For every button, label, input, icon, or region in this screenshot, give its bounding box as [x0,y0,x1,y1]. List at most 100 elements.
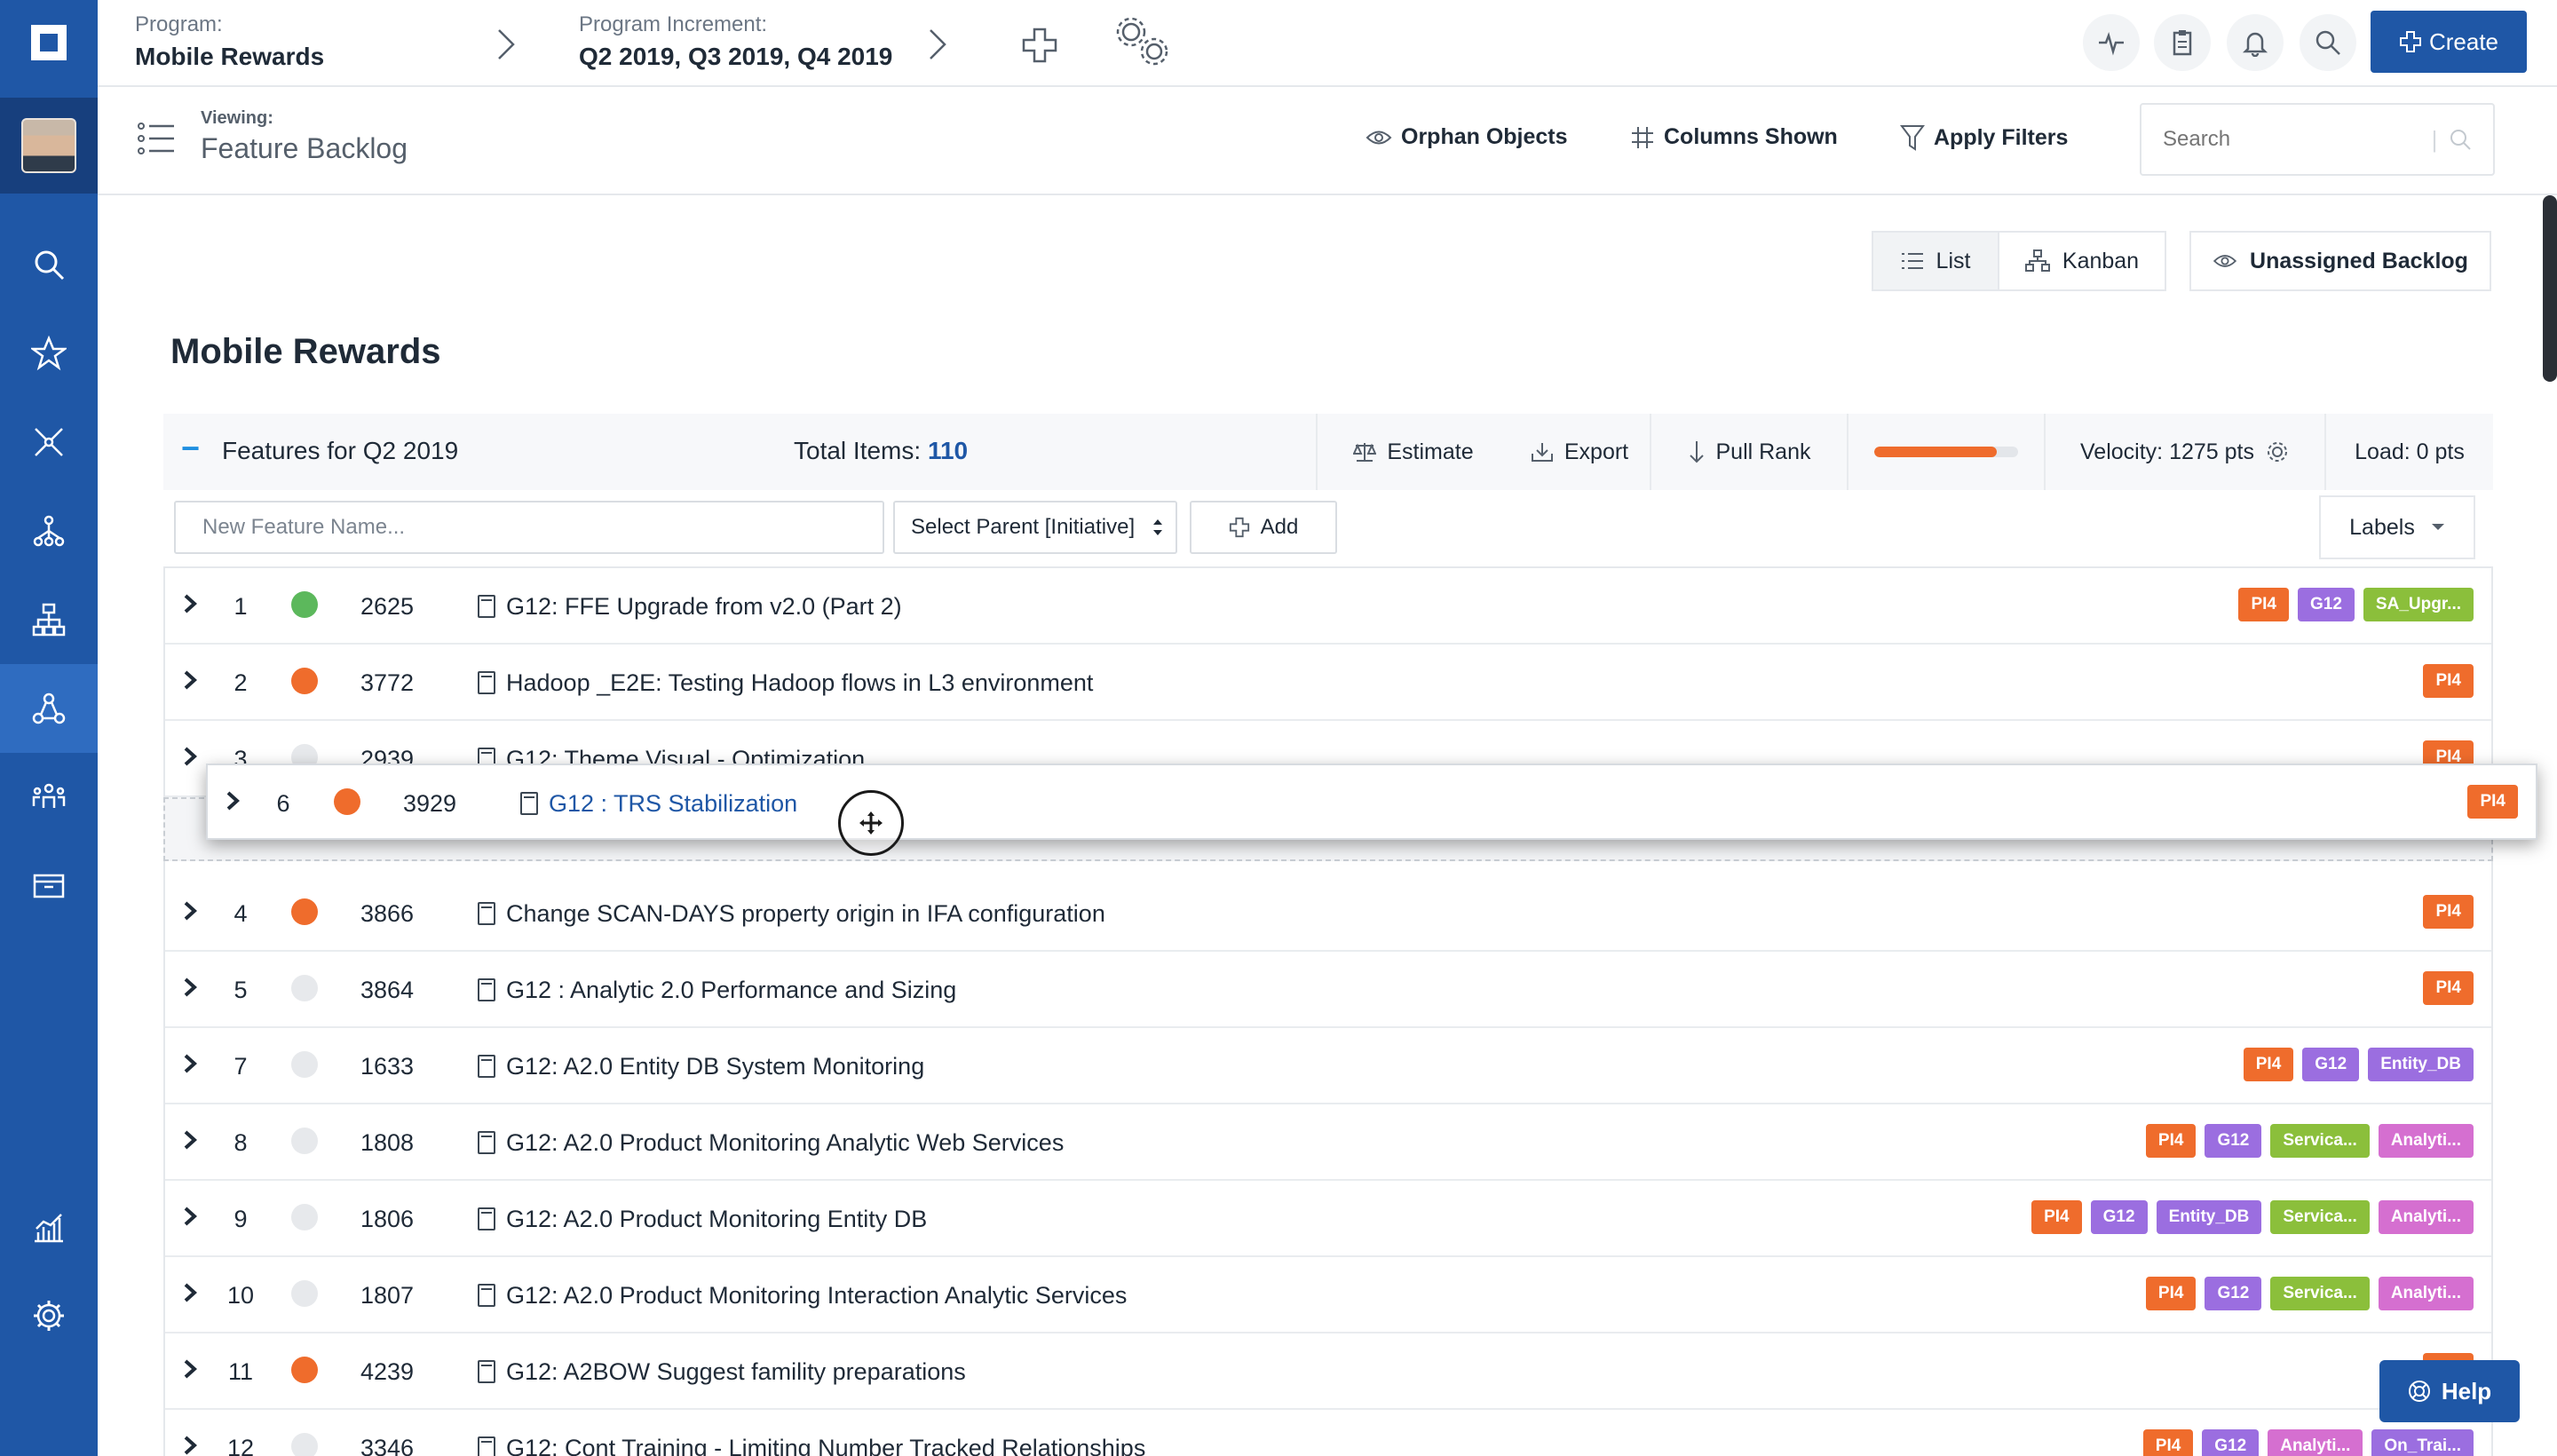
tag-badge[interactable]: Entity_DB [2156,1200,2262,1234]
collapse-toggle[interactable]: − [181,430,200,467]
table-row[interactable]: 10 1807 G12: A2.0 Product Monitoring Inter… [165,1257,2491,1333]
gear-icon[interactable] [2265,439,2290,464]
tag-badge[interactable]: Analyti... [2378,1124,2474,1158]
tag-badge[interactable]: PI4 [2423,895,2474,929]
status-dot[interactable] [291,898,318,925]
expand-chevron-icon[interactable] [220,788,245,813]
status-dot[interactable] [291,668,318,694]
list-view-button[interactable]: List [1872,231,1999,291]
search-input[interactable] [2163,127,2420,152]
feature-title[interactable]: G12 : Analytic 2.0 Performance and Sizin… [506,952,956,1028]
gears-icon[interactable] [1112,12,1174,71]
expand-chevron-icon[interactable] [178,591,202,616]
tag-badge[interactable]: On_Trai... [2371,1429,2474,1456]
expand-chevron-icon[interactable] [178,975,202,1000]
table-row[interactable]: 9 1806 G12: A2.0 Product Monitoring Entity… [165,1181,2491,1257]
feature-title[interactable]: G12: A2.0 Product Monitoring Analytic We… [506,1104,1064,1181]
rail-settings[interactable] [0,1271,98,1360]
table-row[interactable]: 4 3866 Change SCAN-DAYS property origin in… [165,875,2491,952]
tag-badge[interactable]: G12 [2298,588,2355,621]
status-dot[interactable] [291,1051,318,1078]
create-button[interactable]: Create [2371,11,2527,73]
program-selector[interactable]: Program: Mobile Rewards [135,12,324,71]
kanban-view-button[interactable]: Kanban [1998,231,2166,291]
rail-search[interactable] [0,220,98,309]
tag-badge[interactable]: Analyti... [2378,1200,2474,1234]
tag-badge[interactable]: Servica... [2270,1277,2370,1310]
table-row[interactable]: 1 2625 G12: FFE Upgrade from v2.0 (Part 2)… [165,568,2491,645]
app-logo[interactable] [0,0,98,85]
labels-dropdown[interactable]: Labels [2319,495,2475,559]
feature-title[interactable]: Hadoop _E2E: Testing Hadoop flows in L3 … [506,645,1093,721]
apply-filters-button[interactable]: Apply Filters [1900,124,2068,151]
parent-initiative-select[interactable]: Select Parent [Initiative] [893,501,1177,554]
status-dot[interactable] [291,1280,318,1307]
table-row[interactable]: 5 3864 G12 : Analytic 2.0 Performance and … [165,952,2491,1028]
rail-program[interactable] [0,664,98,753]
rail-org-chart[interactable] [0,575,98,664]
tag-badge[interactable]: PI4 [2423,971,2474,1005]
list-menu-icon[interactable] [137,121,176,156]
status-dot[interactable] [291,1433,318,1456]
rail-hierarchy[interactable] [0,487,98,575]
dragged-feature-row[interactable]: 6 3929 G12 : TRS Stabilization PI4 [206,764,2537,840]
status-dot[interactable] [291,975,318,1001]
tag-badge[interactable]: Servica... [2270,1200,2370,1234]
table-row[interactable]: 7 1633 G12: A2.0 Entity DB System Monitori… [165,1028,2491,1104]
expand-chevron-icon[interactable] [178,1051,202,1076]
tag-badge[interactable]: G12 [2090,1200,2148,1234]
expand-chevron-icon[interactable] [178,1128,202,1152]
tag-badge[interactable]: PI4 [2142,1429,2194,1456]
feature-title[interactable]: G12: FFE Upgrade from v2.0 (Part 2) [506,568,902,645]
tag-badge[interactable]: G12 [2302,1048,2360,1081]
search-icon[interactable] [2449,128,2472,151]
table-row[interactable]: 11 4239 G12: A2BOW Suggest famility prepar… [165,1333,2491,1410]
feature-title[interactable]: G12: A2.0 Entity DB System Monitoring [506,1028,924,1104]
tag-badge[interactable]: PI4 [2145,1277,2197,1310]
global-search-button[interactable] [2300,14,2356,71]
table-row[interactable]: 2 3772 Hadoop _E2E: Testing Hadoop flows i… [165,645,2491,721]
add-increment-icon[interactable] [1021,27,1058,64]
tag-badge[interactable]: PI4 [2145,1124,2197,1158]
status-dot[interactable] [291,1357,318,1383]
feature-title[interactable]: G12: A2BOW Suggest famility preparations [506,1333,966,1410]
expand-chevron-icon[interactable] [178,898,202,923]
expand-chevron-icon[interactable] [178,1433,202,1456]
rail-teams[interactable] [0,753,98,842]
tag-badge[interactable]: SA_Upgr... [2363,588,2474,621]
new-feature-input[interactable] [174,501,884,554]
rail-reports[interactable] [0,1183,98,1271]
expand-chevron-icon[interactable] [178,744,202,769]
tag-badge[interactable]: G12 [2205,1277,2262,1310]
search-field[interactable]: | [2140,103,2495,176]
expand-chevron-icon[interactable] [178,668,202,692]
rail-network[interactable] [0,398,98,487]
increment-selector[interactable]: Program Increment: Q2 2019, Q3 2019, Q4 … [579,12,892,71]
pull-rank-button[interactable]: Pull Rank [1650,414,1847,490]
feature-title[interactable]: Change SCAN-DAYS property origin in IFA … [506,875,1105,952]
user-avatar[interactable] [0,98,98,194]
tag-badge[interactable]: G12 [2205,1124,2262,1158]
status-dot[interactable] [334,788,360,815]
rail-archive[interactable] [0,842,98,930]
export-button[interactable]: Export [1509,414,1650,490]
status-dot[interactable] [291,591,318,618]
status-dot[interactable] [291,1128,318,1154]
status-dot[interactable] [291,1204,318,1230]
unassigned-backlog-button[interactable]: Unassigned Backlog [2189,231,2491,291]
orphan-objects-button[interactable]: Orphan Objects [1366,124,1568,150]
tag-badge[interactable]: Servica... [2270,1124,2370,1158]
viewing-selector[interactable]: Viewing: Feature Backlog [201,108,408,165]
rail-favorites[interactable] [0,309,98,398]
table-row[interactable]: 8 1808 G12: A2.0 Product Monitoring Analyt… [165,1104,2491,1181]
tag-badge[interactable]: Analyti... [2378,1277,2474,1310]
clipboard-button[interactable] [2154,14,2211,71]
feature-title[interactable]: G12: Cont Training - Limiting Number Tra… [506,1410,1145,1456]
tag-badge[interactable]: PI4 [2031,1200,2082,1234]
expand-chevron-icon[interactable] [178,1280,202,1305]
expand-chevron-icon[interactable] [178,1204,202,1229]
expand-chevron-icon[interactable] [178,1357,202,1381]
feature-title[interactable]: G12: A2.0 Product Monitoring Entity DB [506,1181,927,1257]
feature-title[interactable]: G12: A2.0 Product Monitoring Interaction… [506,1257,1127,1333]
tag-badge[interactable]: PI4 [2467,785,2518,819]
